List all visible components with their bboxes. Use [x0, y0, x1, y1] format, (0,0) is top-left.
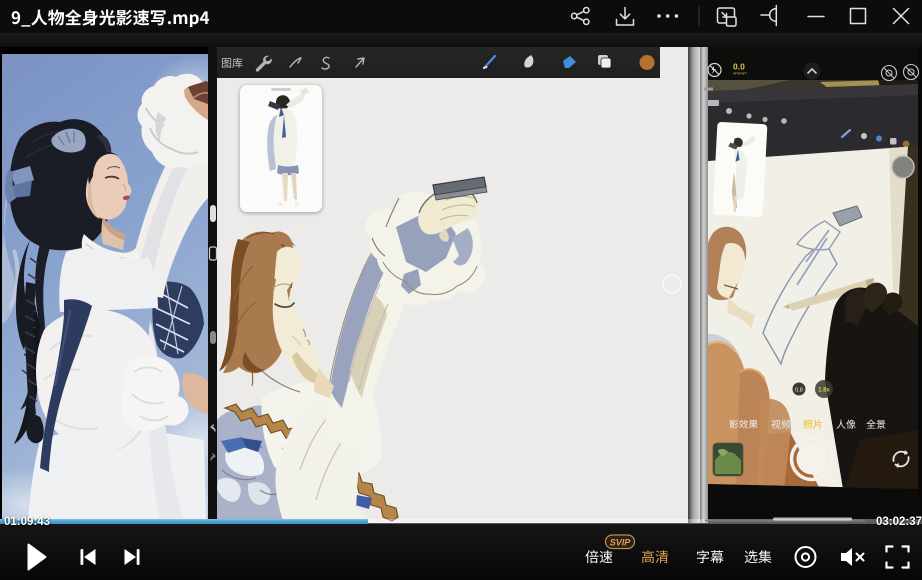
svg-text:SVIP: SVIP — [610, 538, 632, 548]
svg-text:0.8: 0.8 — [795, 388, 803, 394]
svg-text:1.8x: 1.8x — [818, 388, 830, 394]
svg-text:0.0: 0.0 — [733, 62, 745, 72]
